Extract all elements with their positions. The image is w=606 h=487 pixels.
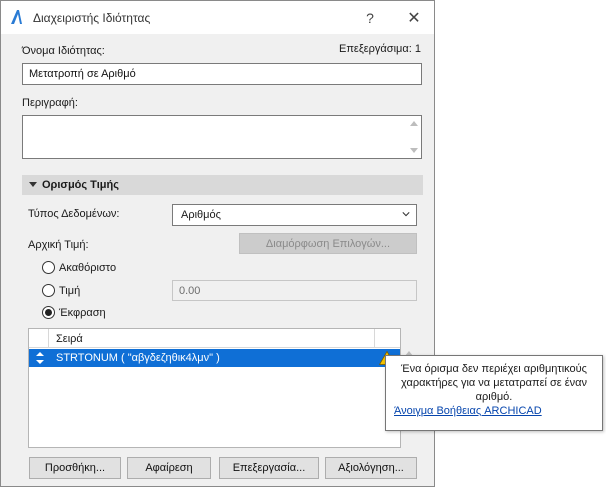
edit-button[interactable]: Επεξεργασία... (219, 457, 319, 479)
chevron-down-icon (402, 212, 410, 217)
data-type-select[interactable]: Αριθμός (172, 204, 417, 226)
archicad-app-icon (11, 10, 22, 24)
remove-button[interactable]: Αφαίρεση (127, 457, 211, 479)
table-header-order[interactable]: Σειρά (50, 329, 375, 348)
radio-expression[interactable] (42, 306, 55, 319)
title-bar: Διαχειριστής Ιδιότητας ? ✕ (1, 1, 434, 34)
expression-table: Σειρά STRTONUM ( "αβγδεζηθικ4λμν" ) (28, 328, 401, 448)
radio-undefined-label: Ακαθόριστο (59, 262, 117, 274)
property-manager-dialog: Διαχειριστής Ιδιότητας ? ✕ Όνομα Ιδιότητ… (0, 0, 435, 487)
tooltip-message: Ένα όρισμα δεν περιέχει αριθμητικούς χαρ… (401, 363, 587, 403)
table-row[interactable]: STRTONUM ( "αβγδεζηθικ4λμν" ) (29, 349, 400, 367)
window-title: Διαχειριστής Ιδιότητας (33, 11, 151, 25)
table-header-handle-column (29, 329, 49, 348)
scroll-down-icon[interactable] (410, 148, 418, 153)
data-type-value: Αριθμός (181, 209, 221, 221)
evaluate-button[interactable]: Αξιολόγηση... (325, 457, 417, 479)
open-help-link[interactable]: Άνοιγμα Βοήθειας ARCHICAD (394, 404, 594, 418)
drag-handle-icon[interactable] (36, 352, 44, 364)
radio-value[interactable] (42, 284, 55, 297)
expression-text: STRTONUM ( "αβγδεζηθικ4λμν" ) (56, 352, 220, 364)
add-button[interactable]: Προσθήκη... (29, 457, 121, 479)
value-definition-section-header[interactable]: Ορισμός Τιμής (22, 175, 423, 195)
section-title: Ορισμός Τιμής (42, 179, 119, 191)
data-type-label: Τύπος Δεδομένων: (28, 208, 120, 220)
help-button[interactable]: ? (356, 1, 384, 34)
description-textarea[interactable] (22, 115, 422, 159)
radio-expression-label: Έκφραση (59, 307, 106, 319)
warning-tooltip: Ένα όρισμα δεν περιέχει αριθμητικούς χαρ… (385, 355, 603, 431)
close-button[interactable]: ✕ (397, 1, 431, 34)
description-label: Περιγραφή: (22, 97, 78, 109)
radio-value-label: Τιμή (59, 285, 81, 297)
scroll-up-icon[interactable] (410, 121, 418, 126)
table-header: Σειρά (29, 329, 400, 348)
description-scrollbar[interactable] (409, 119, 419, 155)
section-collapse-icon[interactable] (29, 182, 37, 187)
editable-count-label: Επεξεργάσιμα: 1 (339, 43, 421, 55)
property-name-label: Όνομα Ιδιότητας: (22, 45, 105, 57)
value-input[interactable]: 0.00 (172, 280, 417, 301)
configure-options-button[interactable]: Διαμόρφωση Επιλογών... (239, 233, 417, 254)
property-name-input[interactable]: Μετατροπή σε Αριθμό (22, 63, 422, 85)
radio-undefined[interactable] (42, 261, 55, 274)
default-value-label: Αρχική Τιμή: (28, 239, 89, 251)
